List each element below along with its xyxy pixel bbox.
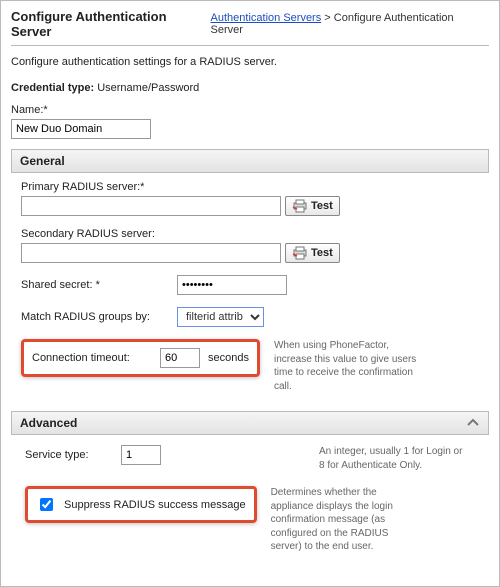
suppress-note: Determines whether the appliance display…: [271, 486, 421, 554]
shared-secret-input[interactable]: [177, 275, 287, 295]
test-button-label: Test: [311, 200, 333, 212]
secondary-server-field: Secondary RADIUS server: Test: [21, 228, 479, 263]
section-title-advanced: Advanced: [20, 416, 77, 430]
breadcrumb-link-auth-servers[interactable]: Authentication Servers: [211, 12, 322, 24]
section-title-general: General: [20, 154, 65, 168]
printer-icon: [292, 246, 308, 260]
timeout-unit: seconds: [208, 352, 249, 364]
name-input[interactable]: [11, 119, 151, 139]
name-label: Name:*: [11, 104, 48, 116]
primary-server-input[interactable]: [21, 196, 281, 216]
secondary-test-button[interactable]: Test: [285, 243, 340, 263]
primary-test-button[interactable]: Test: [285, 196, 340, 216]
timeout-note: When using PhoneFactor, increase this va…: [274, 339, 424, 393]
suppress-label: Suppress RADIUS success message: [64, 499, 246, 511]
test-button-label: Test: [311, 247, 333, 259]
service-type-label: Service type:: [25, 449, 115, 461]
section-head-advanced: Advanced: [11, 411, 489, 435]
match-groups-select[interactable]: filterid attrib: [177, 307, 264, 327]
secondary-server-input[interactable]: [21, 243, 281, 263]
breadcrumb-sep: >: [321, 12, 334, 24]
shared-secret-field: Shared secret: *: [21, 275, 479, 295]
intro-text: Configure authentication settings for a …: [11, 56, 489, 68]
service-type-note: An integer, usually 1 for Login or 8 for…: [319, 445, 469, 472]
primary-server-label: Primary RADIUS server:*: [21, 181, 479, 193]
service-type-row: Service type: An integer, usually 1 for …: [25, 445, 479, 472]
suppress-row: Suppress RADIUS success message Determin…: [25, 486, 479, 554]
credential-label: Credential type:: [11, 82, 94, 94]
match-groups-label: Match RADIUS groups by:: [21, 311, 171, 323]
name-row: Name:*: [11, 104, 489, 139]
shared-secret-label: Shared secret: *: [21, 279, 171, 291]
timeout-label: Connection timeout:: [32, 352, 152, 364]
suppress-highlight: Suppress RADIUS success message: [25, 486, 257, 523]
printer-icon: [292, 199, 308, 213]
page-title: Configure Authentication Server: [11, 9, 211, 39]
secondary-server-label: Secondary RADIUS server:: [21, 228, 479, 240]
credential-row: Credential type: Username/Password: [11, 82, 489, 94]
chevron-up-icon[interactable]: [466, 416, 480, 430]
section-head-general: General: [11, 149, 489, 173]
config-auth-server-page: Configure Authentication Server Authenti…: [0, 0, 500, 587]
credential-value: Username/Password: [97, 82, 199, 94]
match-groups-field: Match RADIUS groups by: filterid attrib: [21, 307, 479, 327]
primary-server-field: Primary RADIUS server:* Test: [21, 181, 479, 216]
timeout-input[interactable]: [160, 348, 200, 368]
suppress-checkbox[interactable]: [40, 498, 53, 511]
section-body-advanced: Service type: An integer, usually 1 for …: [11, 435, 489, 572]
service-type-input[interactable]: [121, 445, 161, 465]
timeout-highlight: Connection timeout: seconds: [21, 339, 260, 377]
section-body-general: Primary RADIUS server:* Test Secondary R…: [11, 173, 489, 397]
timeout-row: Connection timeout: seconds When using P…: [21, 339, 479, 393]
page-header: Configure Authentication Server Authenti…: [11, 9, 489, 46]
breadcrumb: Authentication Servers > Configure Authe…: [211, 12, 489, 36]
